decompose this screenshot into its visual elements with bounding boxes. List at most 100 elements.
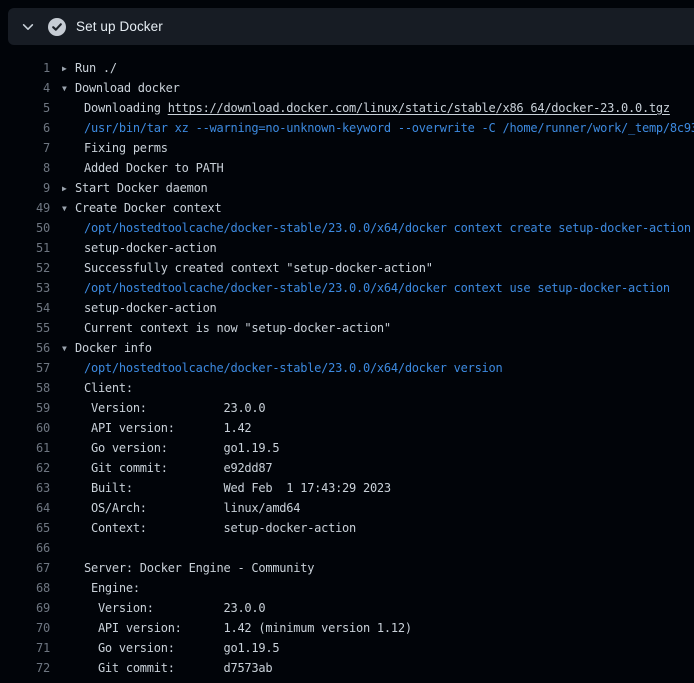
log-group-line[interactable]: ▼Download docker <box>62 78 180 98</box>
log-row: 66 <box>0 538 694 558</box>
log-text-line: Version: 23.0.0 <box>62 598 265 618</box>
log-row: 50/opt/hostedtoolcache/docker-stable/23.… <box>0 218 694 238</box>
log-command-line: /opt/hostedtoolcache/docker-stable/23.0.… <box>62 358 502 378</box>
log-row: 62 Git commit: e92dd87 <box>0 458 694 478</box>
log-text-line: setup-docker-action <box>62 238 217 258</box>
log-text-line: Git commit: e92dd87 <box>62 458 272 478</box>
log-row[interactable]: 4 ▼Download docker <box>0 78 694 98</box>
line-number[interactable]: 61 <box>0 438 50 458</box>
log-text-line: Server: Docker Engine - Community <box>62 558 314 578</box>
log-text-line: Successfully created context "setup-dock… <box>62 258 433 278</box>
line-number[interactable]: 59 <box>0 398 50 418</box>
log-row: 51 setup-docker-action <box>0 238 694 258</box>
line-number[interactable]: 49 <box>0 198 50 218</box>
line-number[interactable]: 71 <box>0 638 50 658</box>
log-row: 69 Version: 23.0.0 <box>0 598 694 618</box>
log-text-line: Context: setup-docker-action <box>62 518 356 538</box>
log-row: 67 Server: Docker Engine - Community <box>0 558 694 578</box>
log-row: 53/opt/hostedtoolcache/docker-stable/23.… <box>0 278 694 298</box>
log-text-line: Added Docker to PATH <box>62 158 224 178</box>
log-text-line: API version: 1.42 <box>62 418 251 438</box>
log-row: 70 API version: 1.42 (minimum version 1.… <box>0 618 694 638</box>
chevron-expanded-icon[interactable]: ▼ <box>62 79 75 98</box>
chevron-expanded-icon[interactable]: ▼ <box>62 199 75 218</box>
log-row: 58 Client: <box>0 378 694 398</box>
log-text-line: OS/Arch: linux/amd64 <box>62 498 300 518</box>
log-viewer: 1▶Run ./4▼Download docker5Downloading ht… <box>0 45 694 678</box>
log-group-line[interactable]: ▼Create Docker context <box>62 198 221 218</box>
line-number[interactable]: 50 <box>0 218 50 238</box>
log-row[interactable]: 56 ▼Docker info <box>0 338 694 358</box>
line-number[interactable]: 52 <box>0 258 50 278</box>
log-row: 54setup-docker-action <box>0 298 694 318</box>
log-row: 65 Context: setup-docker-action <box>0 518 694 538</box>
log-text-line <box>62 538 84 558</box>
line-number[interactable]: 65 <box>0 518 50 538</box>
line-number[interactable]: 66 <box>0 538 50 558</box>
line-number[interactable]: 64 <box>0 498 50 518</box>
line-number[interactable]: 70 <box>0 618 50 638</box>
log-text-line: Client: <box>62 378 133 398</box>
log-text-line: Built: Wed Feb 1 17:43:29 2023 <box>62 478 391 498</box>
log-command-line: /opt/hostedtoolcache/docker-stable/23.0.… <box>62 278 670 298</box>
line-number[interactable]: 9 <box>0 178 50 198</box>
log-row: 61 Go version: go1.19.5 <box>0 438 694 458</box>
line-number[interactable]: 55 <box>0 318 50 338</box>
log-row[interactable]: 9 ▶Start Docker daemon <box>0 178 694 198</box>
log-text-line: Downloading https://download.docker.com/… <box>62 98 670 118</box>
log-row: 52 Successfully created context "setup-do… <box>0 258 694 278</box>
log-text-line: Git commit: d7573ab <box>62 658 272 678</box>
log-group-line[interactable]: ▼Docker info <box>62 338 152 358</box>
step-title: Set up Docker <box>76 19 163 34</box>
log-row: 71 Go version: go1.19.5 <box>0 638 694 658</box>
line-number[interactable]: 67 <box>0 558 50 578</box>
log-text-line: Go version: go1.19.5 <box>62 638 279 658</box>
line-number[interactable]: 63 <box>0 478 50 498</box>
chevron-down-icon[interactable] <box>20 19 36 35</box>
log-row: 6/usr/bin/tar xz --warning=no-unknown-ke… <box>0 118 694 138</box>
line-number[interactable]: 4 <box>0 78 50 98</box>
line-number[interactable]: 62 <box>0 458 50 478</box>
log-group-line[interactable]: ▶Run ./ <box>62 58 117 78</box>
log-text-line: Go version: go1.19.5 <box>62 438 279 458</box>
log-row: 68 Engine: <box>0 578 694 598</box>
line-number[interactable]: 58 <box>0 378 50 398</box>
line-number[interactable]: 69 <box>0 598 50 618</box>
log-link[interactable]: https://download.docker.com/linux/static… <box>168 101 670 115</box>
line-number[interactable]: 5 <box>0 98 50 118</box>
log-row: 7Fixing perms <box>0 138 694 158</box>
group-title: Start Docker daemon <box>75 181 208 195</box>
chevron-expanded-icon[interactable]: ▼ <box>62 339 75 358</box>
line-number[interactable]: 60 <box>0 418 50 438</box>
group-title: Create Docker context <box>75 201 221 215</box>
line-number[interactable]: 54 <box>0 298 50 318</box>
log-row: 72 Git commit: d7573ab <box>0 658 694 678</box>
line-number[interactable]: 7 <box>0 138 50 158</box>
chevron-collapsed-icon[interactable]: ▶ <box>62 179 75 198</box>
log-row: 8 Added Docker to PATH <box>0 158 694 178</box>
line-number[interactable]: 56 <box>0 338 50 358</box>
log-group-line[interactable]: ▶Start Docker daemon <box>62 178 208 198</box>
line-number[interactable]: 51 <box>0 238 50 258</box>
log-text-line: API version: 1.42 (minimum version 1.12) <box>62 618 412 638</box>
line-number[interactable]: 6 <box>0 118 50 138</box>
line-number[interactable]: 68 <box>0 578 50 598</box>
line-number[interactable]: 57 <box>0 358 50 378</box>
line-number[interactable]: 72 <box>0 658 50 678</box>
line-number[interactable]: 53 <box>0 278 50 298</box>
log-row: 59 Version: 23.0.0 <box>0 398 694 418</box>
check-circle-icon <box>48 18 66 36</box>
log-row[interactable]: 49 ▼Create Docker context <box>0 198 694 218</box>
group-title: Download docker <box>75 81 180 95</box>
log-text-line: Current context is now "setup-docker-act… <box>62 318 391 338</box>
log-row: 60 API version: 1.42 <box>0 418 694 438</box>
step-header[interactable]: Set up Docker <box>8 8 694 45</box>
log-row[interactable]: 1 ▶Run ./ <box>0 58 694 78</box>
log-text-line: Version: 23.0.0 <box>62 398 265 418</box>
chevron-collapsed-icon[interactable]: ▶ <box>62 59 75 78</box>
log-command-line: /usr/bin/tar xz --warning=no-unknown-key… <box>62 118 694 138</box>
line-number[interactable]: 1 <box>0 58 50 78</box>
group-title: Docker info <box>75 341 152 355</box>
log-command-line: /opt/hostedtoolcache/docker-stable/23.0.… <box>62 218 694 238</box>
line-number[interactable]: 8 <box>0 158 50 178</box>
